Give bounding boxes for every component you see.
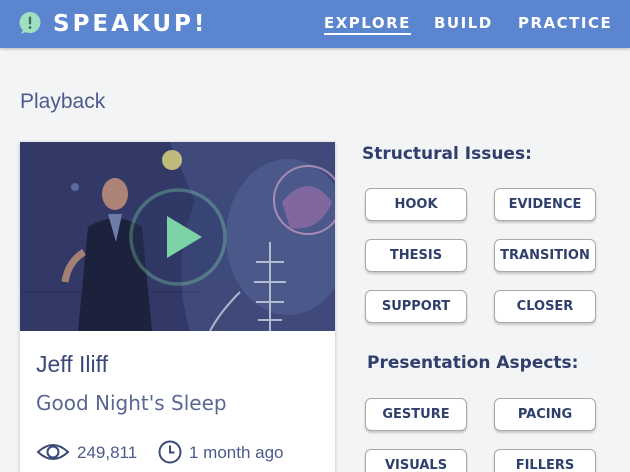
video-card: Jeff Iliff Good Night's Sleep 249,811 1 … (20, 142, 335, 472)
speaker-name: Jeff Iliff (36, 351, 109, 377)
tag-pacing-button[interactable]: PACING (494, 398, 596, 431)
top-navigation-bar: SPEAKUP! EXPLORE BUILD PRACTICE (0, 0, 630, 48)
tag-gesture-button[interactable]: GESTURE (365, 398, 467, 431)
tag-thesis-button[interactable]: THESIS (365, 239, 467, 272)
play-icon[interactable] (128, 187, 228, 287)
tag-closer-button[interactable]: CLOSER (494, 290, 596, 323)
posted-time: 1 month ago (189, 443, 284, 462)
page-title: Playback (20, 90, 106, 113)
tag-transition-button[interactable]: TRANSITION (494, 239, 596, 272)
nav-explore[interactable]: EXPLORE (324, 13, 411, 35)
presentation-aspects-heading: Presentation Aspects: (367, 353, 579, 373)
tag-hook-button[interactable]: HOOK (365, 188, 467, 221)
brand-name[interactable]: SPEAKUP! (53, 10, 207, 38)
tag-evidence-button[interactable]: EVIDENCE (494, 188, 596, 221)
tag-support-button[interactable]: SUPPORT (365, 290, 467, 323)
clock-icon (158, 440, 182, 464)
nav-practice[interactable]: PRACTICE (518, 13, 612, 33)
eye-icon (36, 444, 70, 460)
tag-fillers-button[interactable]: FILLERS (494, 449, 596, 472)
view-count: 249,811 (77, 443, 138, 462)
speech-bubble-exclamation-icon[interactable] (18, 11, 42, 35)
structural-issues-heading: Structural Issues: (362, 144, 532, 164)
video-thumbnail[interactable] (20, 142, 335, 331)
tag-visuals-button[interactable]: VISUALS (365, 449, 467, 472)
talk-title: Good Night's Sleep (36, 391, 227, 415)
nav-build[interactable]: BUILD (434, 13, 493, 33)
